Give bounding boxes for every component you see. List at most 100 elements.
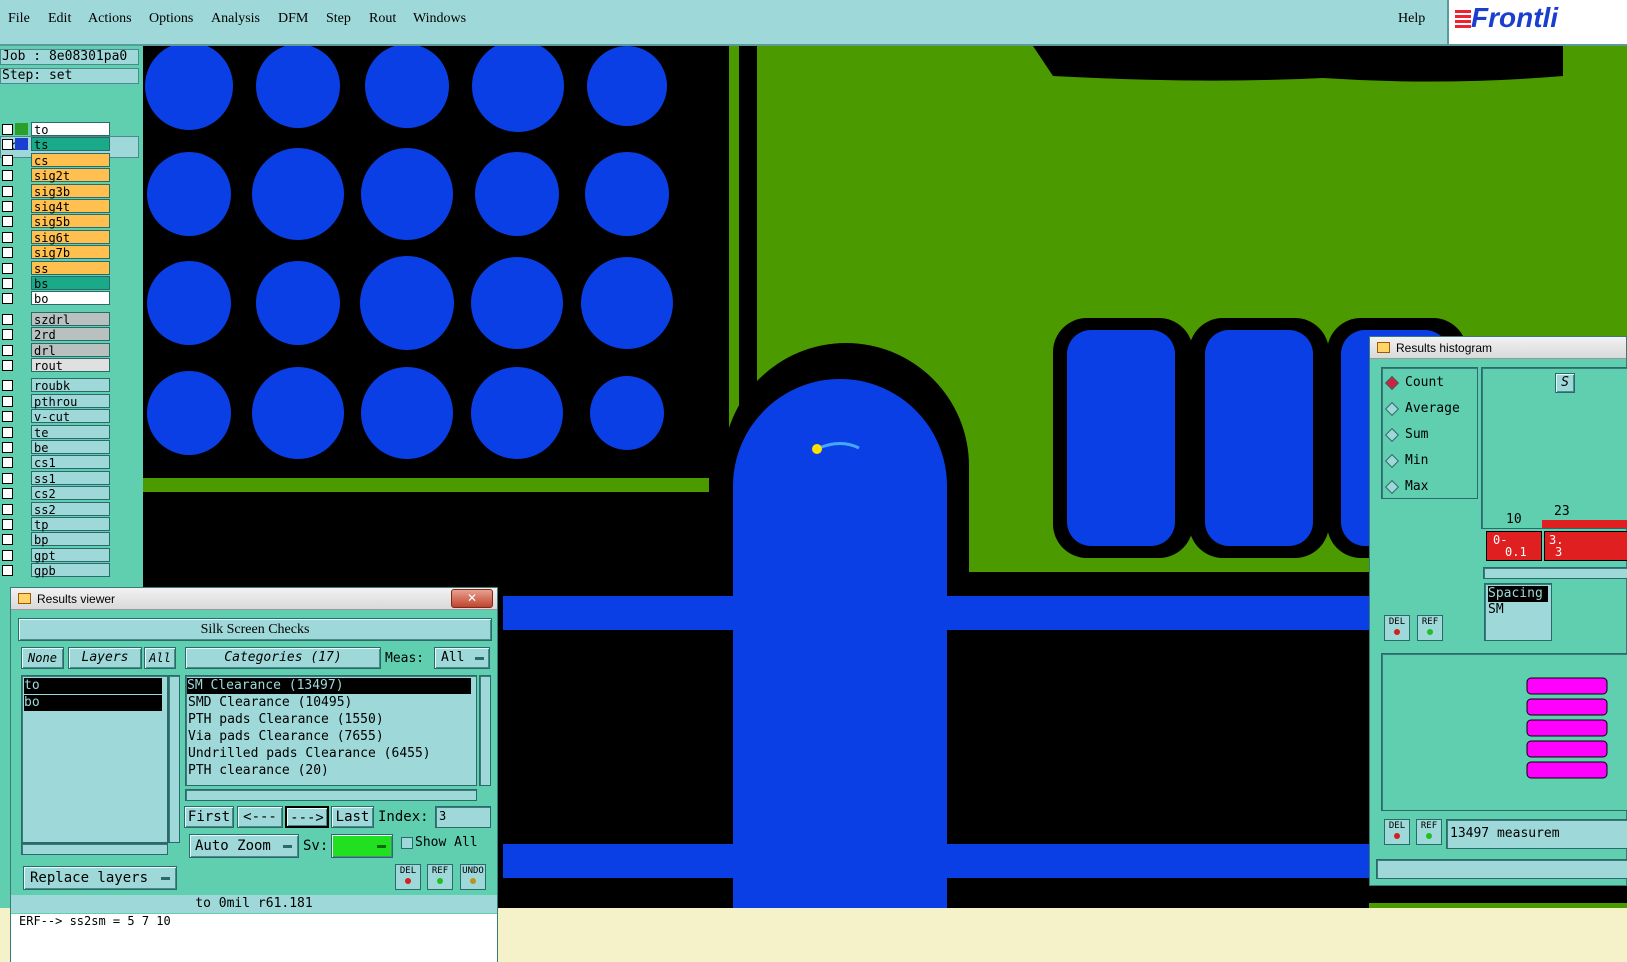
categories-button[interactable]: Categories (17) [185,647,381,669]
layer-row[interactable]: cs [0,152,112,168]
categories-scrollbar[interactable] [479,675,491,786]
layer-row[interactable]: ss1 [0,470,112,486]
select-all-button[interactable]: All [144,647,176,669]
layer-row[interactable]: sig2t [0,168,112,183]
menu-analysis[interactable]: Analysis [211,11,260,27]
layer-name[interactable]: rout [31,358,110,373]
layer-name[interactable]: cs [31,152,110,168]
layer-checkbox[interactable] [2,395,13,407]
layer-name[interactable]: v-cut [31,409,110,424]
menu-rout[interactable]: Rout [369,11,396,27]
layer-checkbox[interactable] [2,185,13,197]
last-button[interactable]: Last [331,806,374,828]
layer-row[interactable]: sig4t [0,199,112,214]
layer-checkbox[interactable] [2,231,13,243]
layer-name[interactable]: roubk [31,378,110,393]
layer-name[interactable]: tp [31,517,110,532]
category-item[interactable]: Via pads Clearance (7655) [188,729,384,745]
layer-row[interactable]: sig7b [0,245,112,260]
layer-name[interactable]: cs1 [31,455,110,470]
layer-color-swatch[interactable] [15,123,28,135]
layer-checkbox[interactable] [2,411,13,423]
layer-row[interactable]: 2rd [0,327,112,342]
layer-checkbox[interactable] [2,503,13,515]
layer-name[interactable]: sig2t [31,168,110,183]
index-input[interactable]: 3 [435,806,491,828]
first-button[interactable]: First [184,806,234,828]
layer-name[interactable]: te [31,424,110,440]
del-button[interactable]: DEL [1384,819,1410,845]
layer-row[interactable]: ss [0,260,112,276]
del-button[interactable]: DEL [395,864,421,890]
layer-row[interactable]: roubk [0,378,112,393]
layer-listbox[interactable]: to bo [21,675,168,843]
layer-name[interactable]: bo [31,291,110,306]
layer-row[interactable]: pthrou [0,393,112,409]
bin-button-0[interactable]: 0- 0.1 [1486,531,1542,561]
layer-row[interactable]: szdrl [0,311,112,327]
layer-row[interactable]: ts [0,137,112,152]
menu-file[interactable]: File [8,11,30,27]
layer-name[interactable]: ss2 [31,501,110,517]
meas-dropdown[interactable]: All [434,647,490,669]
layer-name[interactable]: bp [31,532,110,547]
layer-checkbox[interactable] [2,329,13,341]
layer-row[interactable]: rout [0,358,112,373]
layer-checkbox[interactable] [2,154,13,166]
ref-button[interactable]: REF [1416,819,1442,845]
layer-checkbox[interactable] [2,278,13,289]
layer-checkbox[interactable] [2,313,13,325]
menu-edit[interactable]: Edit [48,11,71,27]
layer-name[interactable]: sig7b [31,245,110,260]
option-average[interactable]: Average [1384,401,1460,416]
layer-row[interactable]: be [0,440,112,455]
select-none-button[interactable]: None [21,647,64,669]
layer-name[interactable]: pthrou [31,393,110,409]
layer-checkbox[interactable] [2,170,13,182]
layer-checkbox[interactable] [2,565,13,577]
layer-checkbox[interactable] [2,262,13,274]
category-item[interactable]: PTH clearance (20) [188,763,329,779]
layer-name[interactable]: be [31,440,110,455]
category-item[interactable]: Undrilled pads Clearance (6455) [188,746,431,762]
layer-row[interactable]: bs [0,276,112,291]
ref-button[interactable]: REF [1417,615,1443,641]
layer-color-swatch[interactable] [15,138,28,151]
layer-name[interactable]: ss1 [31,470,110,486]
layer-name[interactable]: 2rd [31,327,110,342]
layer-row[interactable]: cs1 [0,455,112,470]
layer-hscrollbar[interactable] [21,843,168,855]
layer-name[interactable]: drl [31,342,110,358]
menu-windows[interactable]: Windows [413,11,466,27]
layer-row[interactable]: ss2 [0,501,112,517]
menu-dfm[interactable]: DFM [278,11,308,27]
close-button[interactable]: ✕ [451,589,493,608]
category-item[interactable]: SMD Clearance (10495) [188,695,352,711]
layer-row[interactable]: cs2 [0,486,112,501]
layer-row[interactable]: sig3b [0,183,112,199]
layer-name[interactable]: sig5b [31,214,110,229]
histogram-titlebar[interactable]: Results histogram [1370,337,1626,359]
layer-checkbox[interactable] [2,534,13,546]
layer-checkbox[interactable] [2,293,13,305]
bin-button-1[interactable]: 3. 3 [1544,531,1627,561]
next-button[interactable]: ---> [285,806,329,828]
layer-row[interactable]: bo [0,291,112,306]
categories-listbox[interactable]: SM Clearance (13497) SMD Clearance (1049… [185,675,477,786]
undo-button[interactable]: UNDO [460,864,486,890]
layer-row[interactable]: te [0,424,112,440]
layer-checkbox[interactable] [2,457,13,469]
menu-help[interactable]: Help [1398,11,1425,27]
histogram-hscrollbar[interactable] [1483,567,1627,579]
option-max[interactable]: Max [1384,479,1428,494]
layer-name[interactable]: gpt [31,547,110,563]
layer-row[interactable]: gpt [0,547,112,563]
auto-zoom-dropdown[interactable]: Auto Zoom [189,834,299,858]
layer-item[interactable]: to [24,678,162,694]
layer-name[interactable]: gpb [31,563,110,578]
layer-row[interactable]: drl [0,342,112,358]
menu-step[interactable]: Step [326,11,351,27]
results-viewer-titlebar[interactable]: Results viewer ✕ [11,588,497,610]
category-item[interactable]: PTH pads Clearance (1550) [188,712,384,728]
layer-row[interactable]: v-cut [0,409,112,424]
